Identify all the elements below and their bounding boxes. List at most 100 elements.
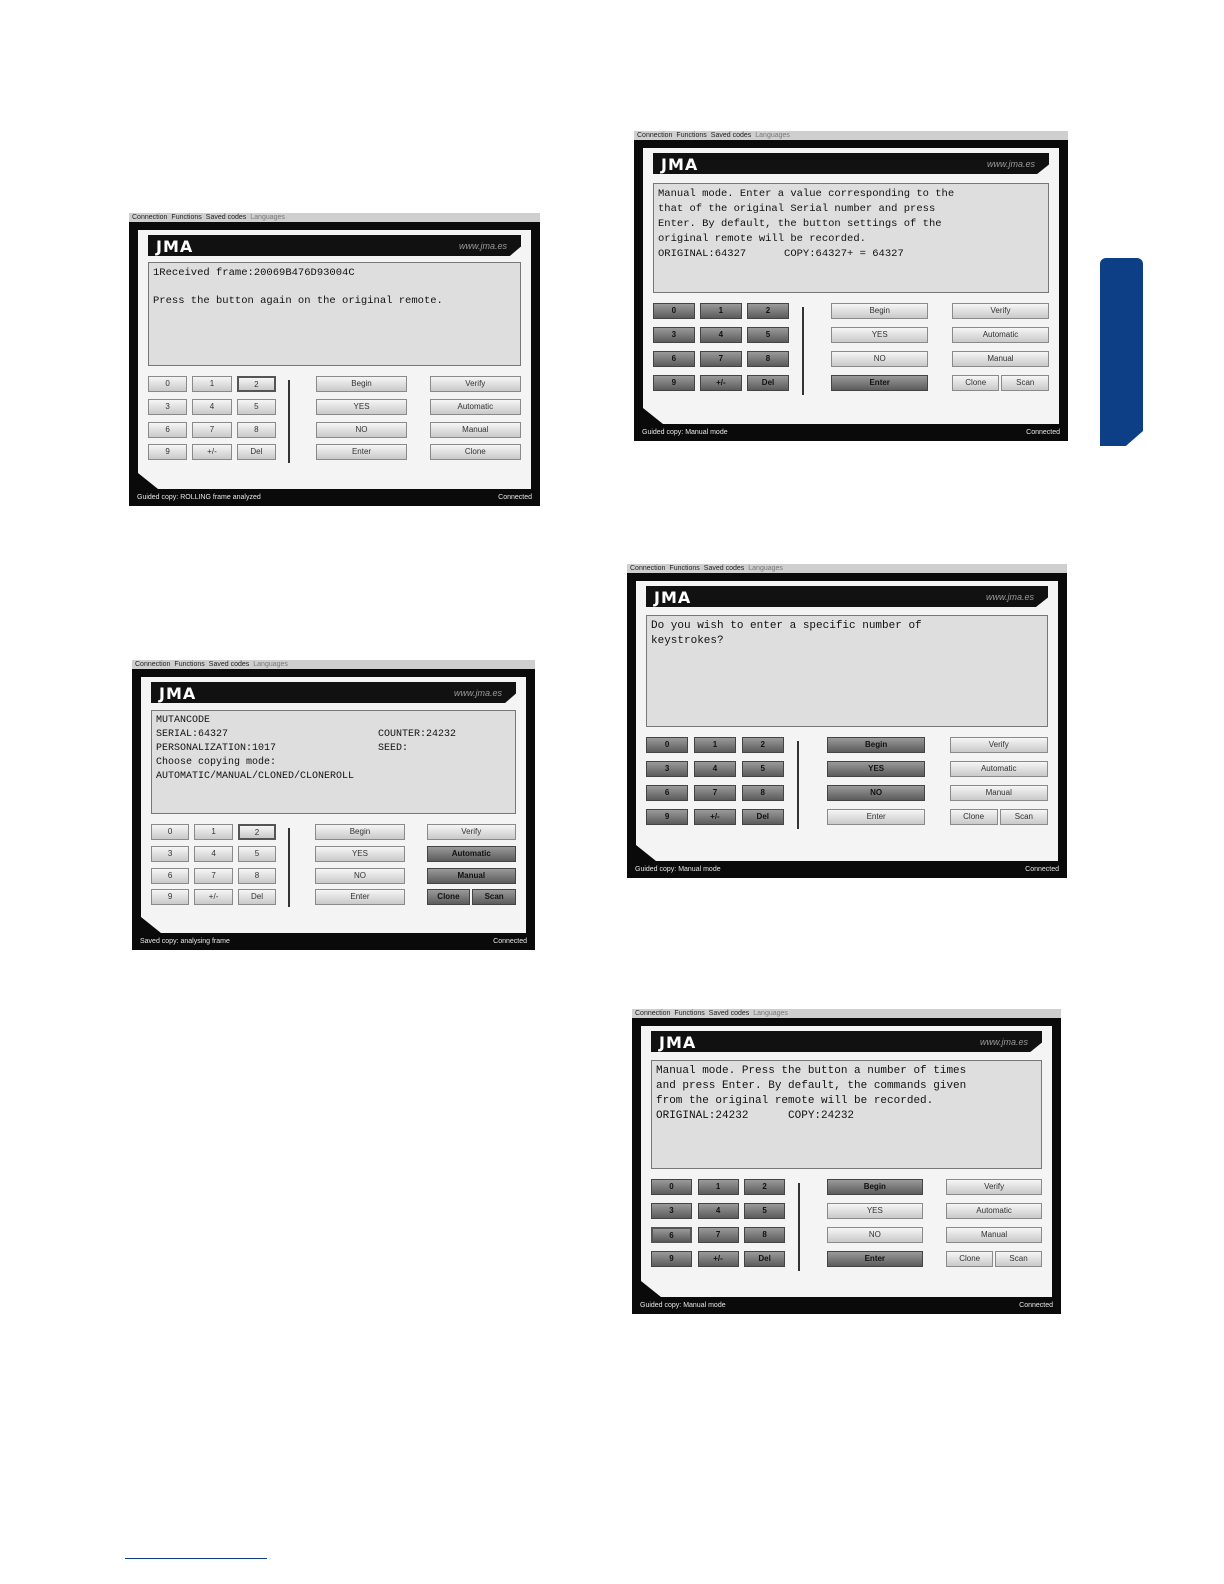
keypad-key-3[interactable]: 3 [151, 845, 190, 862]
keypad-key-9[interactable]: 9 [651, 1251, 693, 1267]
keypad-key-8[interactable]: 8 [236, 421, 276, 438]
manual-button[interactable]: Manual [949, 785, 1048, 801]
begin-button[interactable]: Begin [315, 376, 408, 392]
keypad-key-0[interactable]: 0 [646, 737, 689, 753]
no-button[interactable]: NO [826, 1227, 923, 1243]
automatic-button[interactable]: Automatic [949, 761, 1048, 777]
keypad-key-6[interactable]: 6 [646, 785, 689, 801]
begin-button[interactable]: Begin [831, 303, 929, 319]
yes-button[interactable]: YES [826, 1203, 923, 1219]
clone-button[interactable]: Clone [946, 1251, 994, 1267]
menu-item[interactable]: Languages [753, 1010, 788, 1017]
no-button[interactable]: NO [826, 785, 926, 801]
keypad-key-8[interactable]: 8 [744, 1227, 786, 1243]
menu-item[interactable]: Saved codes [709, 1010, 749, 1017]
keypad-key-plusminus[interactable]: +/- [693, 809, 737, 825]
enter-button[interactable]: Enter [826, 1251, 923, 1267]
keypad-key-2[interactable]: 2 [741, 737, 784, 753]
keypad-key-7[interactable]: 7 [194, 867, 233, 884]
menu-item[interactable]: Saved codes [206, 214, 246, 221]
verify-button[interactable]: Verify [429, 376, 521, 392]
keypad-key-plusminus[interactable]: +/- [194, 889, 233, 906]
enter-button[interactable]: Enter [826, 809, 926, 825]
manual-button[interactable]: Manual [951, 351, 1049, 367]
enter-button[interactable]: Enter [831, 375, 929, 391]
keypad-key-3[interactable]: 3 [646, 761, 689, 777]
menu-item[interactable]: Connection [132, 214, 167, 221]
keypad-key-del[interactable]: Del [747, 375, 789, 391]
scan-button[interactable]: Scan [472, 889, 516, 906]
keypad-key-2[interactable]: 2 [747, 303, 789, 319]
automatic-button[interactable]: Automatic [946, 1203, 1042, 1219]
keypad-key-0[interactable]: 0 [151, 824, 190, 840]
keypad-key-4[interactable]: 4 [192, 398, 232, 415]
keypad-key-1[interactable]: 1 [700, 303, 742, 319]
keypad-key-del[interactable]: Del [744, 1251, 786, 1267]
menu-item[interactable]: Connection [635, 1010, 670, 1017]
menu-item[interactable]: Functions [174, 661, 204, 668]
verify-button[interactable]: Verify [951, 303, 1049, 319]
clone-button[interactable]: Clone [951, 375, 1000, 391]
menu-item[interactable]: Connection [630, 565, 665, 572]
menu-item[interactable]: Saved codes [209, 661, 249, 668]
keypad-key-plusminus[interactable]: +/- [192, 444, 232, 461]
clone-button[interactable]: Clone [426, 889, 471, 906]
menu-item[interactable]: Connection [637, 132, 672, 139]
keypad-key-plusminus[interactable]: +/- [697, 1251, 739, 1267]
keypad-key-8[interactable]: 8 [741, 785, 784, 801]
keypad-key-3[interactable]: 3 [651, 1203, 693, 1219]
keypad-key-5[interactable]: 5 [236, 398, 276, 415]
menu-item[interactable]: Languages [748, 565, 783, 572]
keypad-key-2[interactable]: 2 [236, 376, 276, 392]
keypad-key-del[interactable]: Del [237, 889, 277, 906]
manual-button[interactable]: Manual [429, 421, 521, 438]
keypad-key-1[interactable]: 1 [192, 376, 232, 392]
keypad-key-6[interactable]: 6 [151, 867, 190, 884]
begin-button[interactable]: Begin [826, 1179, 923, 1195]
keypad-key-4[interactable]: 4 [194, 845, 233, 862]
keypad-key-2[interactable]: 2 [744, 1179, 786, 1195]
scan-button[interactable]: Scan [1001, 375, 1049, 391]
keypad-key-0[interactable]: 0 [653, 303, 695, 319]
verify-button[interactable]: Verify [426, 824, 516, 840]
menu-item[interactable]: Functions [669, 565, 699, 572]
keypad-key-0[interactable]: 0 [148, 376, 188, 392]
keypad-key-1[interactable]: 1 [194, 824, 233, 840]
no-button[interactable]: NO [315, 421, 408, 438]
verify-button[interactable]: Verify [949, 737, 1048, 753]
keypad-key-4[interactable]: 4 [700, 327, 742, 343]
keypad-key-6[interactable]: 6 [148, 421, 188, 438]
yes-button[interactable]: YES [831, 327, 929, 343]
keypad-key-3[interactable]: 3 [148, 398, 188, 415]
keypad-key-6[interactable]: 6 [653, 351, 695, 367]
manual-button[interactable]: Manual [426, 867, 516, 884]
clone-button[interactable]: Clone [949, 809, 998, 825]
automatic-button[interactable]: Automatic [429, 398, 521, 415]
menu-item[interactable]: Languages [250, 214, 285, 221]
yes-button[interactable]: YES [826, 761, 926, 777]
yes-button[interactable]: YES [315, 398, 408, 415]
menu-item[interactable]: Connection [135, 661, 170, 668]
begin-button[interactable]: Begin [315, 824, 405, 840]
verify-button[interactable]: Verify [946, 1179, 1042, 1195]
keypad-key-2[interactable]: 2 [237, 824, 277, 840]
keypad-key-8[interactable]: 8 [747, 351, 789, 367]
keypad-key-9[interactable]: 9 [151, 889, 190, 906]
keypad-key-5[interactable]: 5 [747, 327, 789, 343]
menu-item[interactable]: Saved codes [704, 565, 744, 572]
keypad-key-5[interactable]: 5 [741, 761, 784, 777]
keypad-key-0[interactable]: 0 [651, 1179, 693, 1195]
keypad-key-4[interactable]: 4 [693, 761, 737, 777]
keypad-key-5[interactable]: 5 [744, 1203, 786, 1219]
menu-item[interactable]: Functions [171, 214, 201, 221]
automatic-button[interactable]: Automatic [426, 845, 516, 862]
menu-item[interactable]: Languages [755, 132, 790, 139]
keypad-key-9[interactable]: 9 [646, 809, 689, 825]
keypad-key-plusminus[interactable]: +/- [700, 375, 742, 391]
scan-button[interactable]: Scan [995, 1251, 1042, 1267]
keypad-key-9[interactable]: 9 [653, 375, 695, 391]
keypad-key-1[interactable]: 1 [697, 1179, 739, 1195]
menu-item[interactable]: Functions [676, 132, 706, 139]
enter-button[interactable]: Enter [315, 444, 408, 461]
menu-item[interactable]: Languages [253, 661, 288, 668]
